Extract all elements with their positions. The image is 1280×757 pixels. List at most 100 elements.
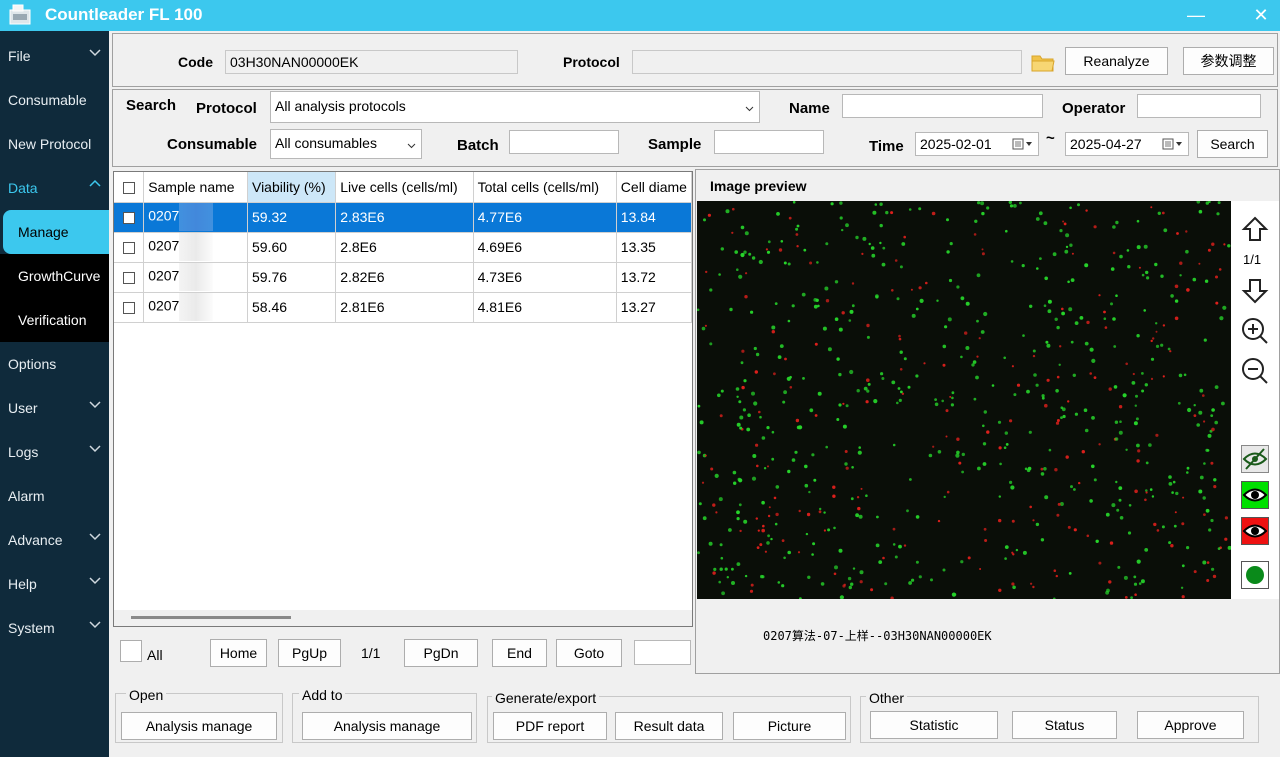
goto-page-input[interactable] (634, 640, 691, 665)
eye-red-icon[interactable] (1241, 517, 1269, 545)
horizontal-scrollbar[interactable] (114, 610, 692, 626)
zoom-in-icon[interactable] (1241, 317, 1269, 345)
protocol-field (632, 50, 1022, 74)
column-header-live-cells[interactable]: Live cells (cells/ml) (335, 172, 474, 203)
goto-button[interactable]: Goto (556, 639, 622, 667)
search-title: Search (126, 97, 177, 114)
viability-cell: 58.46 (247, 292, 337, 323)
green-dot-icon[interactable] (1241, 561, 1269, 589)
sidebar-item-advance[interactable]: Advance (0, 518, 109, 562)
row-checkbox-cell[interactable] (114, 232, 145, 263)
sample-name-cell: 0207 (143, 262, 248, 293)
sidebar-item-options[interactable]: Options (0, 342, 109, 386)
checkbox[interactable] (122, 302, 135, 315)
table-row[interactable]: 0207 59.32 2.83E6 4.77E6 13.84 (114, 202, 692, 233)
column-header-sample-name[interactable]: Sample name (143, 172, 248, 203)
live-cells-cell: 2.8E6 (335, 232, 474, 263)
arrow-up-icon[interactable] (1241, 215, 1269, 243)
batch-input[interactable] (509, 130, 619, 154)
param-adjust-button[interactable]: 参数调整 (1183, 47, 1274, 75)
sidebar-item-help[interactable]: Help (0, 562, 109, 606)
table-header-row: Sample name Viability (%) Live cells (ce… (114, 172, 692, 203)
row-checkbox-cell[interactable] (114, 202, 145, 233)
row-checkbox-cell[interactable] (114, 292, 145, 323)
column-header-cell-diameter[interactable]: Cell diame (616, 172, 692, 203)
sidebar-item-system[interactable]: System (0, 606, 109, 650)
row-checkbox-cell[interactable] (114, 262, 145, 293)
eye-green-icon[interactable] (1241, 481, 1269, 509)
time-label: Time (869, 138, 904, 155)
cell-diameter-cell: 13.27 (616, 292, 692, 323)
redacted-text (179, 203, 214, 231)
result-data-button[interactable]: Result data (615, 712, 723, 740)
checkbox[interactable] (122, 182, 135, 195)
consumable-label: Consumable (167, 136, 258, 153)
checkbox[interactable] (122, 242, 135, 255)
sidebar: File Consumable New Protocol Data Manage… (0, 31, 109, 757)
sidebar-item-data[interactable]: Data (0, 166, 109, 210)
pdf-report-button[interactable]: PDF report (493, 712, 607, 740)
sample-input[interactable] (714, 130, 824, 154)
chevron-down-icon (89, 401, 101, 409)
cell-diameter-cell: 13.72 (616, 262, 692, 293)
time-to-picker[interactable]: 2025-04-27 (1065, 132, 1189, 156)
cell-fluorescence-image[interactable] (697, 201, 1231, 599)
zoom-out-icon[interactable] (1241, 357, 1269, 385)
sidebar-sub-growthcurve[interactable]: GrowthCurve (0, 254, 109, 298)
folder-icon[interactable] (1031, 51, 1055, 73)
column-header-viability[interactable]: Viability (%) (247, 172, 337, 203)
home-button[interactable]: Home (210, 639, 267, 667)
minimize-button[interactable]: — (1181, 2, 1211, 28)
sidebar-item-alarm[interactable]: Alarm (0, 474, 109, 518)
sidebar-item-new-protocol[interactable]: New Protocol (0, 122, 109, 166)
select-all-checkbox[interactable] (120, 640, 142, 662)
column-header-total-cells[interactable]: Total cells (cells/ml) (473, 172, 617, 203)
scrollbar-thumb[interactable] (131, 616, 291, 619)
sidebar-item-user[interactable]: User (0, 386, 109, 430)
add-to-group: Add to Analysis manage (292, 687, 477, 743)
approve-button[interactable]: Approve (1137, 711, 1244, 739)
search-button[interactable]: Search (1197, 130, 1268, 158)
sidebar-item-label: Verification (18, 312, 87, 328)
sidebar-item-label: Data (8, 180, 38, 196)
code-field: 03H30NAN00000EK (225, 50, 518, 74)
sidebar-item-consumable[interactable]: Consumable (0, 78, 109, 122)
sidebar-item-file[interactable]: File (0, 34, 109, 78)
table-row[interactable]: 0207 59.76 2.82E6 4.73E6 13.72 (114, 262, 692, 293)
close-button[interactable]: ✕ (1246, 2, 1276, 28)
add-to-analysis-manage-button[interactable]: Analysis manage (302, 712, 472, 740)
arrow-down-icon[interactable] (1241, 277, 1269, 305)
status-button[interactable]: Status (1012, 711, 1117, 739)
window-title: Countleader FL 100 (45, 5, 203, 24)
pgdn-button[interactable]: PgDn (404, 639, 478, 667)
live-cells-cell: 2.83E6 (335, 202, 474, 233)
total-cells-cell: 4.77E6 (473, 202, 617, 233)
checkbox[interactable] (122, 212, 135, 225)
chevron-down-icon (89, 621, 101, 629)
table-row[interactable]: 0207 58.46 2.81E6 4.81E6 13.27 (114, 292, 692, 323)
consumable-select[interactable]: All consumables (270, 129, 422, 159)
statistic-button[interactable]: Statistic (870, 711, 998, 739)
protocol-select[interactable]: All analysis protocols (270, 91, 760, 123)
hide-overlay-icon[interactable] (1241, 445, 1269, 473)
sample-name: 0207 (148, 207, 180, 224)
table-row[interactable]: 0207 59.60 2.8E6 4.69E6 13.35 (114, 232, 692, 263)
sidebar-item-label: Options (8, 356, 57, 372)
name-input[interactable] (842, 94, 1043, 118)
sidebar-item-logs[interactable]: Logs (0, 430, 109, 474)
sidebar-sub-verification[interactable]: Verification (0, 298, 109, 342)
sidebar-item-label: Consumable (8, 92, 87, 108)
operator-input[interactable] (1137, 94, 1261, 118)
reanalyze-button[interactable]: Reanalyze (1065, 47, 1168, 75)
select-all-header[interactable] (114, 172, 145, 203)
pgup-button[interactable]: PgUp (278, 639, 341, 667)
open-analysis-manage-button[interactable]: Analysis manage (121, 712, 277, 740)
sidebar-sub-manage[interactable]: Manage (3, 210, 109, 254)
image-page-indicator: 1/1 (1243, 252, 1262, 267)
time-from-picker[interactable]: 2025-02-01 (915, 132, 1039, 156)
end-button[interactable]: End (492, 639, 547, 667)
picture-button[interactable]: Picture (733, 712, 846, 740)
protocol-select-value: All analysis protocols (275, 98, 406, 114)
checkbox[interactable] (122, 272, 135, 285)
sample-name: 0207 (148, 297, 180, 314)
